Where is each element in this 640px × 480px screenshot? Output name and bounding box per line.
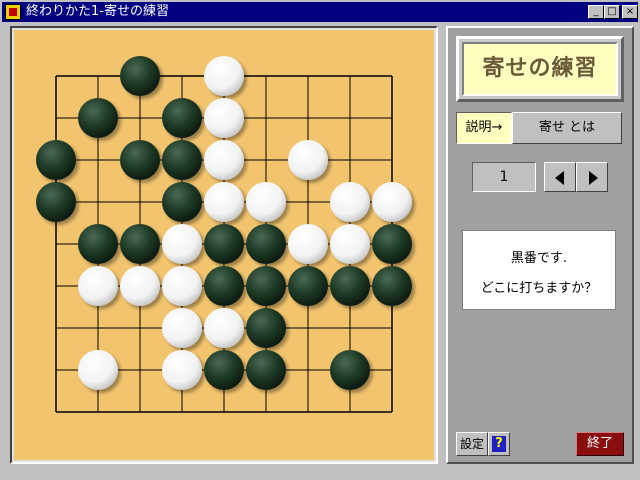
white-stone [246, 182, 286, 222]
white-stone [204, 140, 244, 180]
left-arrow-icon [555, 171, 564, 185]
black-stone [120, 140, 160, 180]
white-stone [120, 266, 160, 306]
white-stone [162, 224, 202, 264]
white-stone [162, 308, 202, 348]
about-yose-button[interactable]: 寄せ とは [512, 112, 622, 144]
black-stone [78, 98, 118, 138]
window-title: 終わりかた1-寄せの練習 [26, 4, 169, 19]
go-board[interactable] [14, 30, 434, 460]
black-stone [120, 56, 160, 96]
black-stone [330, 266, 370, 306]
black-stone [246, 224, 286, 264]
black-stone [246, 308, 286, 348]
minimize-button[interactable]: _ [588, 5, 604, 19]
app-icon[interactable] [5, 4, 21, 20]
black-stone [372, 266, 412, 306]
maximize-button[interactable]: □ [604, 5, 620, 19]
black-stone [36, 182, 76, 222]
help-button[interactable]: ? [488, 432, 510, 456]
explain-button[interactable]: 説明→ [456, 112, 512, 144]
settings-button[interactable]: 設定 [456, 432, 488, 456]
white-stone [204, 182, 244, 222]
next-problem-button[interactable] [576, 162, 608, 192]
black-stone [246, 350, 286, 390]
white-stone [288, 140, 328, 180]
black-stone [330, 350, 370, 390]
white-stone [288, 224, 328, 264]
black-stone [204, 224, 244, 264]
white-stone [204, 56, 244, 96]
title-bar[interactable]: 終わりかた1-寄せの練習 _ □ × [2, 2, 638, 22]
black-stone [162, 140, 202, 180]
panel-title: 寄せの練習 [462, 42, 618, 96]
right-arrow-icon [589, 171, 598, 185]
close-button[interactable]: × [622, 5, 638, 19]
black-stone [372, 224, 412, 264]
white-stone [78, 350, 118, 390]
white-stone [162, 350, 202, 390]
white-stone [162, 266, 202, 306]
message-box: 黒番です. どこに打ちますか？ [462, 230, 616, 310]
black-stone [246, 266, 286, 306]
black-stone [162, 182, 202, 222]
black-stone [288, 266, 328, 306]
message-line-1: 黒番です. [510, 251, 568, 266]
white-stone [330, 182, 370, 222]
problem-number: 1 [472, 162, 536, 192]
black-stone [36, 140, 76, 180]
white-stone [204, 98, 244, 138]
message-line-2: どこに打ちますか？ [480, 281, 598, 296]
black-stone [204, 266, 244, 306]
previous-problem-button[interactable] [544, 162, 576, 192]
quit-button[interactable]: 終了 [576, 432, 624, 456]
white-stone [372, 182, 412, 222]
black-stone [204, 350, 244, 390]
white-stone [330, 224, 370, 264]
white-stone [78, 266, 118, 306]
black-stone [162, 98, 202, 138]
help-icon: ? [492, 436, 506, 452]
white-stone [204, 308, 244, 348]
application-window: 終わりかた1-寄せの練習 _ □ × 寄せの練習 説明→ 寄せ とは 1 黒番で… [0, 0, 640, 480]
black-stone [120, 224, 160, 264]
black-stone [78, 224, 118, 264]
